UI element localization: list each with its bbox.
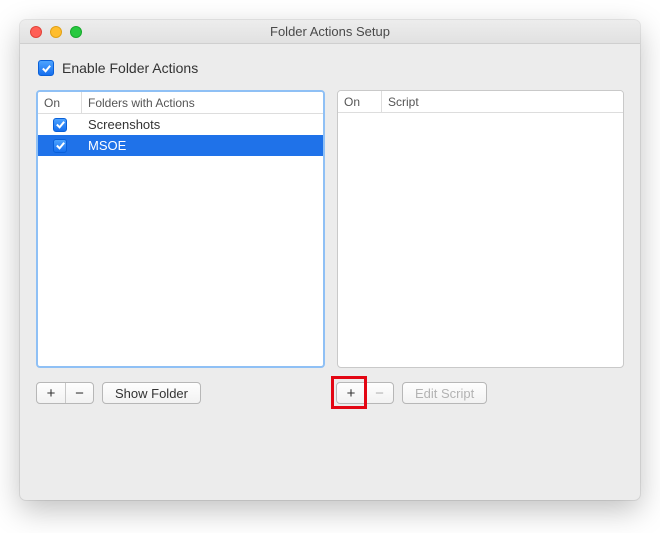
- scripts-header-name[interactable]: Script: [382, 91, 623, 112]
- minus-icon: −: [375, 386, 384, 401]
- row-on-cell: [38, 139, 82, 153]
- scripts-header-on[interactable]: On: [338, 91, 382, 112]
- window: Folder Actions Setup Enable Folder Actio…: [20, 20, 640, 500]
- folders-pane: On Folders with Actions Screenshots MSOE: [36, 90, 325, 368]
- plus-icon: +: [47, 386, 56, 401]
- remove-folder-button[interactable]: −: [65, 383, 93, 403]
- remove-script-button[interactable]: −: [365, 383, 393, 403]
- checkmark-icon: [55, 140, 66, 151]
- show-folder-label: Show Folder: [115, 386, 188, 401]
- minus-icon: −: [75, 386, 84, 401]
- folders-header: On Folders with Actions: [38, 92, 323, 114]
- scripts-list[interactable]: [338, 113, 623, 367]
- enable-label: Enable Folder Actions: [62, 60, 198, 76]
- window-title: Folder Actions Setup: [20, 24, 640, 39]
- right-button-group: + − Edit Script: [336, 382, 624, 404]
- folders-add-remove: + −: [36, 382, 94, 404]
- scripts-add-remove: + −: [336, 382, 394, 404]
- content: Enable Folder Actions On Folders with Ac…: [20, 44, 640, 420]
- folders-header-on[interactable]: On: [38, 92, 82, 113]
- panes: On Folders with Actions ScreenshotsMSOE …: [36, 90, 624, 368]
- left-button-group: + − Show Folder: [36, 382, 324, 404]
- add-folder-button[interactable]: +: [37, 383, 65, 403]
- enable-checkbox[interactable]: [38, 60, 54, 76]
- plus-icon: +: [347, 386, 356, 401]
- row-on-cell: [38, 118, 82, 132]
- row-checkbox[interactable]: [53, 139, 67, 153]
- table-row[interactable]: Screenshots: [38, 114, 323, 135]
- edit-script-label: Edit Script: [415, 386, 474, 401]
- table-row[interactable]: MSOE: [38, 135, 323, 156]
- enable-folder-actions-row: Enable Folder Actions: [36, 60, 624, 76]
- titlebar: Folder Actions Setup: [20, 20, 640, 44]
- row-label: Screenshots: [82, 117, 323, 132]
- edit-script-button[interactable]: Edit Script: [402, 382, 487, 404]
- checkmark-icon: [55, 119, 66, 130]
- add-script-button[interactable]: +: [337, 383, 365, 403]
- scripts-header: On Script: [338, 91, 623, 113]
- row-label: MSOE: [82, 138, 323, 153]
- show-folder-button[interactable]: Show Folder: [102, 382, 201, 404]
- folders-header-name[interactable]: Folders with Actions: [82, 92, 323, 113]
- row-checkbox[interactable]: [53, 118, 67, 132]
- checkmark-icon: [41, 63, 52, 74]
- folders-list[interactable]: Screenshots MSOE: [38, 114, 323, 366]
- button-row: + − Show Folder + − Edit Script: [36, 382, 624, 404]
- scripts-pane: On Script: [337, 90, 624, 368]
